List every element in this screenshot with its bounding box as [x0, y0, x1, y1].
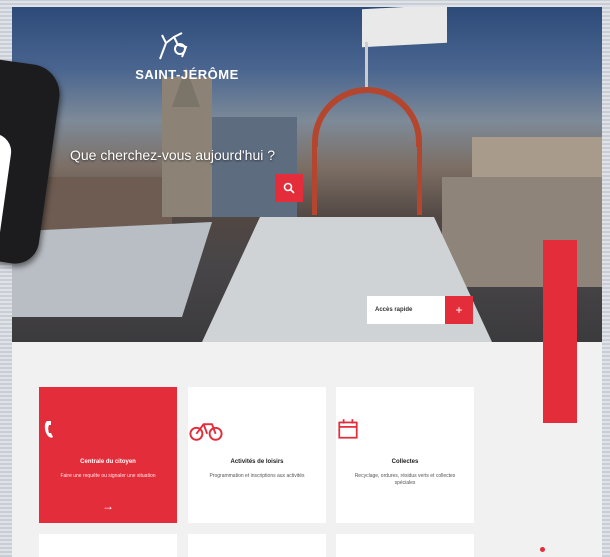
card-title: Activités de loisirs	[230, 459, 284, 465]
card-description: Recyclage, ordures, résidus verts et col…	[354, 473, 456, 486]
card-description: Faire une requête ou signaler une situat…	[60, 473, 156, 479]
hero-flag	[362, 7, 447, 48]
search-button[interactable]	[275, 174, 303, 202]
quick-access-select[interactable]: Accès rapide	[367, 296, 445, 324]
card-placeholder[interactable]	[39, 534, 177, 557]
card-title: Collectes	[391, 459, 419, 465]
hero-banner: SAINT-JÉRÔME Que cherchez-vous aujourd'h…	[12, 7, 602, 342]
quick-access-go-button[interactable]: +	[445, 296, 473, 324]
side-accent-bar	[543, 240, 577, 423]
site-logo[interactable]: SAINT-JÉRÔME	[122, 29, 252, 87]
hero-dome-base	[312, 145, 422, 215]
card-activites-loisirs[interactable]: Activités de loisirs Programmation et in…	[188, 387, 326, 523]
accent-dot	[540, 547, 545, 552]
phone-screen	[0, 126, 14, 246]
hero-flagpole	[365, 42, 368, 92]
browser-viewport: SAINT-JÉRÔME Que cherchez-vous aujourd'h…	[12, 7, 602, 557]
arrow-right-icon: →	[102, 499, 114, 513]
hero-building	[442, 177, 602, 287]
card-collectes[interactable]: Collectes Recyclage, ordures, résidus ve…	[336, 387, 474, 523]
card-placeholder[interactable]	[188, 534, 326, 557]
phone-icon	[44, 421, 53, 438]
search-prompt[interactable]: Que cherchez-vous aujourd'hui ?	[70, 147, 275, 163]
bike-icon	[189, 423, 223, 441]
card-description: Programmation et inscriptions aux activi…	[209, 473, 305, 479]
calendar-icon	[338, 419, 358, 439]
hero-dome	[312, 87, 422, 147]
logo-deer-icon	[159, 32, 188, 60]
card-centrale-citoyen[interactable]: Centrale du citoyen Faire une requête ou…	[39, 387, 177, 523]
search-icon	[283, 182, 295, 194]
hero-roof	[12, 222, 212, 317]
plus-icon: +	[455, 303, 463, 317]
card-placeholder[interactable]	[336, 534, 474, 557]
card-title: Centrale du citoyen	[80, 459, 136, 465]
logo-name: SAINT-JÉRÔME	[135, 67, 239, 82]
